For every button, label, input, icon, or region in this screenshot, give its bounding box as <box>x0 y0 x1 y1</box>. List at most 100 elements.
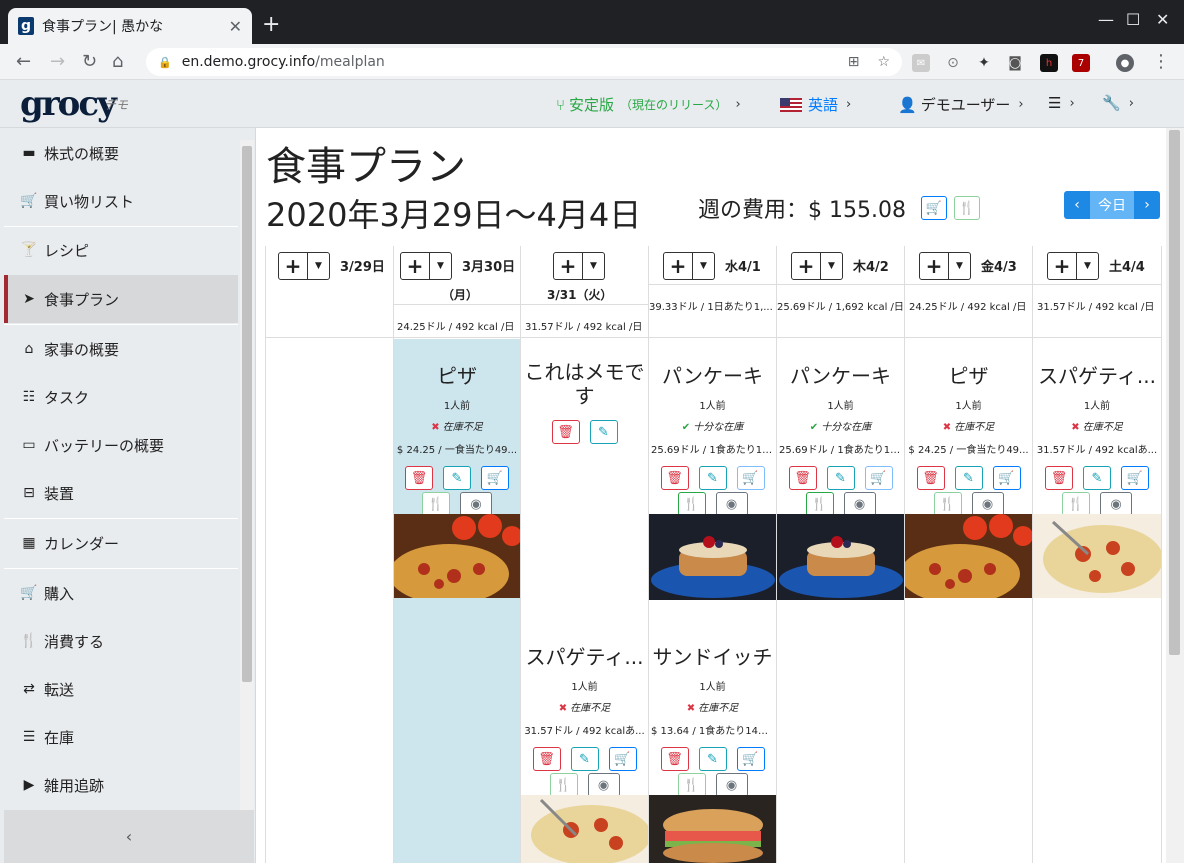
delete-meal-button[interactable]: 🗑 <box>660 747 689 771</box>
url-field[interactable]: 🔒 en.demo.grocy.info/mealplan ⊞ ☆ <box>146 48 902 76</box>
add-meal-dropdown[interactable]: ▼ <box>308 252 330 280</box>
sidebar-item-meal-plan[interactable]: ➤ 食事プラン <box>4 275 238 323</box>
add-meal-button[interactable]: + <box>278 252 308 280</box>
add-meal-dropdown[interactable]: ▼ <box>583 252 605 280</box>
h-extension-icon[interactable]: h <box>1040 54 1058 72</box>
edit-meal-button[interactable]: ✎ <box>1083 466 1111 490</box>
meal-title[interactable]: スパゲティ... <box>521 641 648 670</box>
close-tab-icon[interactable]: ✕ <box>229 17 242 36</box>
edit-meal-button[interactable]: ✎ <box>443 466 471 490</box>
delete-meal-button[interactable]: 🗑 <box>532 747 561 771</box>
add-meal-dropdown[interactable]: ▼ <box>430 252 452 280</box>
add-meal-dropdown[interactable]: ▼ <box>821 252 843 280</box>
edit-meal-button[interactable]: ✎ <box>698 466 727 490</box>
edit-meal-button[interactable]: ✎ <box>698 747 727 771</box>
new-tab-button[interactable]: + <box>262 12 280 37</box>
meal-title[interactable]: ピザ <box>905 360 1032 389</box>
sidebar-item-batteries-overview[interactable]: ▭ バッテリーの概要 <box>4 421 238 469</box>
consume-meal-button[interactable]: 🍴 <box>677 773 706 797</box>
meal-title[interactable]: ピザ <box>394 360 520 389</box>
sidebar-item-consume[interactable]: 🍴 消費する <box>4 617 238 665</box>
sidebar-item-chore-tracking[interactable]: ▶ 雑用追跡 <box>4 761 238 809</box>
add-meal-dropdown[interactable]: ▼ <box>1077 252 1099 280</box>
consume-meal-button[interactable]: 🍴 <box>422 492 450 516</box>
forward-icon[interactable]: → <box>50 51 65 72</box>
language-menu[interactable]: 英語 › <box>780 94 851 115</box>
profile-icon[interactable]: ● <box>1116 54 1134 72</box>
view-recipe-button[interactable]: ◉ <box>843 492 876 516</box>
add-meal-button[interactable]: + <box>400 252 430 280</box>
delete-meal-button[interactable]: 🗑 <box>788 466 817 490</box>
sidebar-scrollbar-thumb[interactable] <box>242 146 252 682</box>
minimize-icon[interactable]: — <box>1098 10 1114 29</box>
sidebar-item-purchase[interactable]: 🛒 購入 <box>4 569 238 617</box>
maximize-icon[interactable]: ☐ <box>1126 10 1140 29</box>
add-week-to-shopping-list-button[interactable]: 🛒 <box>921 196 947 220</box>
release-menu[interactable]: ⑂ 安定版 （現在のリリース） › <box>556 94 741 115</box>
edit-meal-button[interactable]: ✎ <box>826 466 855 490</box>
add-meal-button[interactable]: + <box>919 252 949 280</box>
add-meal-button[interactable]: + <box>553 252 583 280</box>
view-recipe-button[interactable]: ◉ <box>1100 492 1132 516</box>
meal-title[interactable]: サンドイッチ <box>649 641 776 670</box>
consume-week-button[interactable]: 🍴 <box>954 196 980 220</box>
add-meal-button[interactable]: + <box>1047 252 1077 280</box>
add-meal-button[interactable]: + <box>791 252 821 280</box>
meal-title[interactable]: パンケーキ <box>649 360 776 389</box>
delete-meal-button[interactable]: 🗑 <box>916 466 945 490</box>
sidebar-item-transfer[interactable]: ⇄ 転送 <box>4 665 238 713</box>
reload-icon[interactable]: ↻ <box>82 51 97 72</box>
settings-sliders-menu[interactable]: ☰ › <box>1048 94 1075 112</box>
close-window-icon[interactable]: ✕ <box>1156 10 1169 29</box>
add-to-shopping-list-button[interactable]: 🛒 <box>608 747 637 771</box>
view-recipe-button[interactable]: ◉ <box>971 492 1004 516</box>
sidebar-item-shopping-list[interactable]: 🛒 買い物リスト <box>4 177 238 225</box>
sidebar-collapse-button[interactable]: ‹ <box>4 810 254 863</box>
view-recipe-button[interactable]: ◉ <box>460 492 492 516</box>
delete-meal-button[interactable]: 🗑 <box>405 466 433 490</box>
add-to-shopping-list-button[interactable]: 🛒 <box>736 466 765 490</box>
consume-meal-button[interactable]: 🍴 <box>805 492 834 516</box>
back-icon[interactable]: ← <box>16 51 31 72</box>
sidebar-item-recipes[interactable]: 🍸 レシピ <box>4 226 238 274</box>
meal-title[interactable]: スパゲティ... <box>1033 360 1161 389</box>
consume-meal-button[interactable]: 🍴 <box>933 492 962 516</box>
grocy-logo[interactable]: grocy <box>20 84 117 124</box>
browser-menu-icon[interactable]: ⋮ <box>1152 51 1170 72</box>
edit-meal-button[interactable]: ✎ <box>954 466 983 490</box>
view-recipe-button[interactable]: ◉ <box>587 773 620 797</box>
add-to-shopping-list-button[interactable]: 🛒 <box>992 466 1021 490</box>
camera-extension-icon[interactable]: ⊙ <box>944 54 962 72</box>
home-icon[interactable]: ⌂ <box>112 51 123 72</box>
add-meal-button[interactable]: + <box>663 252 693 280</box>
add-to-shopping-list-button[interactable]: 🛒 <box>736 747 765 771</box>
sidebar-item-equipment[interactable]: ⊟ 装置 <box>4 469 238 517</box>
browser-tab[interactable]: g 食事プラン| 愚かな ✕ <box>8 8 252 44</box>
wrench-menu[interactable]: 🔧 › <box>1102 94 1134 112</box>
edit-note-button[interactable]: ✎ <box>589 420 618 444</box>
bookmark-star-icon[interactable]: ☆ <box>877 54 890 70</box>
sidebar-item-calendar[interactable]: ▦ カレンダー <box>4 519 238 567</box>
view-recipe-button[interactable]: ◉ <box>715 773 748 797</box>
next-week-button[interactable]: › <box>1134 191 1160 219</box>
footprint-extension-icon[interactable]: ✦ <box>975 54 993 72</box>
delete-meal-button[interactable]: 🗑 <box>660 466 689 490</box>
sidebar-item-chores-overview[interactable]: ⌂ 家事の概要 <box>4 325 238 373</box>
translate-icon[interactable]: ⊞ <box>848 54 860 70</box>
sidebar-item-inventory[interactable]: ☰ 在庫 <box>4 713 238 761</box>
meal-title[interactable]: パンケーキ <box>777 360 904 389</box>
view-recipe-button[interactable]: ◉ <box>715 492 748 516</box>
consume-meal-button[interactable]: 🍴 <box>1062 492 1090 516</box>
ublock-extension-icon[interactable]: 7 <box>1072 54 1090 72</box>
user-menu[interactable]: 👤 デモユーザー › <box>898 94 1024 115</box>
delete-note-button[interactable]: 🗑 <box>551 420 580 444</box>
sidebar-item-stock-overview[interactable]: ▬ 株式の概要 <box>4 129 238 177</box>
main-scrollbar-thumb[interactable] <box>1169 130 1180 655</box>
delete-meal-button[interactable]: 🗑 <box>1045 466 1073 490</box>
today-button[interactable]: 今日 <box>1090 191 1134 219</box>
pocket-extension-icon[interactable]: ◙ <box>1006 54 1024 72</box>
consume-meal-button[interactable]: 🍴 <box>549 773 578 797</box>
add-meal-dropdown[interactable]: ▼ <box>949 252 971 280</box>
add-to-shopping-list-button[interactable]: 🛒 <box>864 466 893 490</box>
add-to-shopping-list-button[interactable]: 🛒 <box>1121 466 1149 490</box>
